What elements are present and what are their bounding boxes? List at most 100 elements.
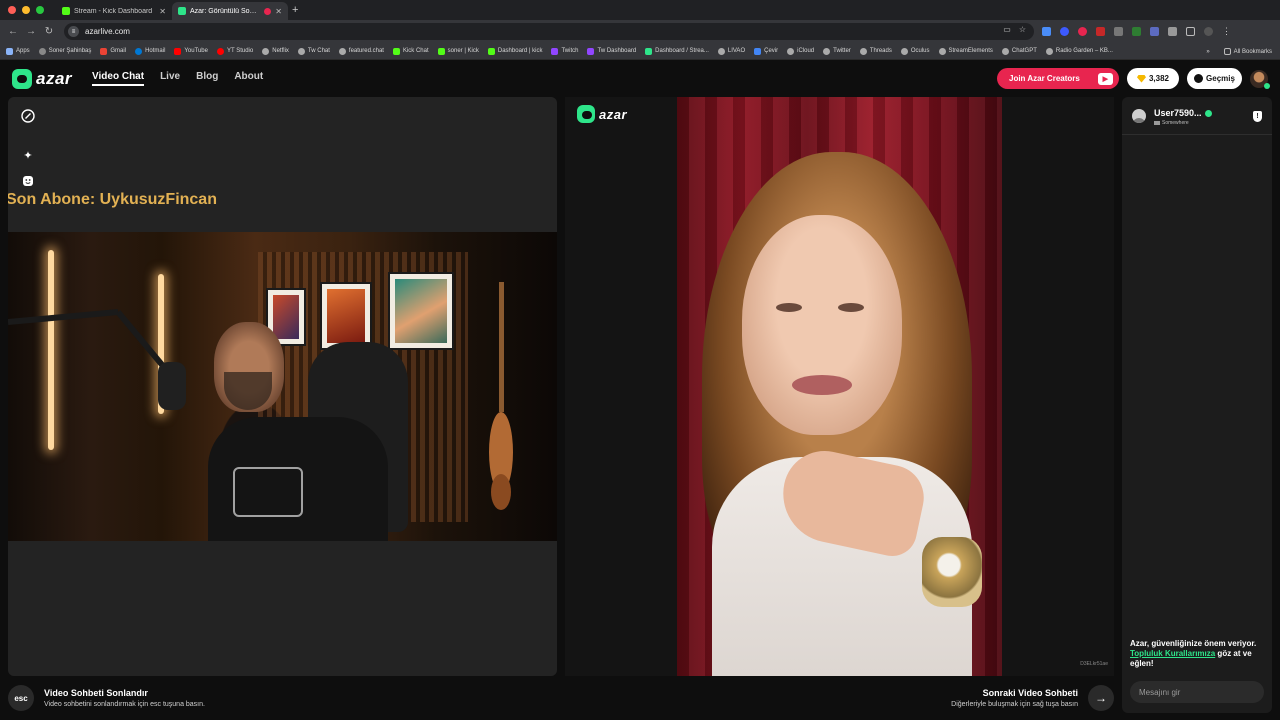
all-bookmarks-button[interactable]: All Bookmarks (1223, 48, 1272, 55)
next-chat-button[interactable]: → (1088, 685, 1114, 711)
reload-icon[interactable]: ↻ (40, 26, 58, 37)
sparkle-effects-icon[interactable]: ✦ (18, 145, 38, 165)
nav-video-chat[interactable]: Video Chat (92, 71, 145, 86)
bookmark-item[interactable]: StreamElements (938, 47, 993, 55)
extension-icon[interactable] (1096, 27, 1105, 36)
user-avatar[interactable] (1250, 69, 1270, 89)
report-shield-icon[interactable]: ! (1253, 111, 1262, 122)
next-chat-hint: Sonraki Video Sohbeti Diğerleriyle buluş… (951, 685, 1114, 711)
globe-icon (900, 47, 908, 55)
bookmark-item[interactable]: Netflix (262, 47, 289, 55)
bookmark-item[interactable]: Oculus (900, 47, 930, 55)
bookmark-item[interactable]: soner | Kick (437, 47, 479, 55)
browser-tab-bar: Stream - Kick Dashboard ✕ Azar: Görüntül… (0, 0, 1280, 20)
bookmark-item[interactable]: Apps (6, 47, 30, 55)
gmail-icon (100, 47, 108, 55)
bookmark-item[interactable]: Radio Garden – KB... (1045, 47, 1113, 55)
globe-icon (1045, 47, 1053, 55)
nav-live[interactable]: Live (160, 71, 180, 86)
azar-logo-icon (12, 68, 32, 89)
nav-blog[interactable]: Blog (196, 71, 218, 86)
join-creators-button[interactable]: Join Azar Creators ▶ (997, 68, 1119, 89)
bookmark-item[interactable]: Gmail (100, 47, 126, 55)
bookmark-star-icon[interactable]: ☆ (1019, 25, 1026, 34)
local-video-panel: ✦ Son Abone: UykusuzFincan (8, 97, 557, 676)
more-bookmarks-button[interactable]: » (1206, 49, 1209, 55)
bookmark-item[interactable]: iCloud (787, 47, 814, 55)
profile-icon[interactable] (1204, 27, 1213, 36)
puzzle-extensions-icon[interactable] (1186, 27, 1195, 36)
bookmark-item[interactable]: Dashboard / Strea... (645, 47, 709, 55)
partner-avatar[interactable] (1132, 109, 1146, 123)
extension-icon[interactable] (1060, 27, 1069, 36)
close-tab-icon[interactable]: ✕ (159, 7, 166, 16)
url-text: azarlive.com (85, 27, 130, 36)
community-guidelines-link[interactable]: Topluluk Kurallarımıza (1130, 649, 1215, 658)
gems-balance[interactable]: 3,382 (1127, 68, 1179, 89)
next-chat-title: Sonraki Video Sohbeti (982, 688, 1078, 698)
extension-icon[interactable] (1168, 27, 1177, 36)
bookmark-item[interactable]: Tw Chat (297, 47, 330, 55)
bookmark-item[interactable]: featured.chat (338, 47, 384, 55)
bookmark-item[interactable]: Hotmail (135, 47, 165, 55)
close-tab-icon[interactable]: ✕ (275, 7, 282, 16)
kebab-menu-icon[interactable]: ⋮ (1222, 26, 1231, 37)
bookmark-item[interactable]: Threads (859, 47, 892, 55)
browser-tab-kick[interactable]: Stream - Kick Dashboard ✕ (56, 2, 172, 20)
forward-icon[interactable]: → (22, 26, 40, 37)
sticker-face-icon[interactable] (18, 171, 38, 191)
edit-icon[interactable] (18, 106, 38, 126)
minimize-window-button[interactable] (22, 6, 30, 14)
new-tab-button[interactable]: + (292, 4, 298, 16)
extensions-bar: ⋮ (1042, 26, 1231, 37)
header-actions: Join Azar Creators ▶ 3,382 Geçmiş (997, 68, 1270, 89)
end-chat-title: Video Sohbeti Sonlandır (44, 688, 148, 698)
end-chat-button[interactable]: esc (8, 685, 34, 711)
browser-tab-azar[interactable]: Azar: Görüntülü Sohbet, ✕ (172, 2, 288, 20)
bookmark-item[interactable]: Kick Chat (392, 47, 429, 55)
address-bar[interactable]: ≡ azarlive.com ▭ ☆ (64, 23, 1034, 40)
site-info-icon[interactable]: ≡ (68, 26, 79, 37)
bookmark-item[interactable]: LIVAO (717, 47, 745, 55)
extension-icon[interactable] (1078, 27, 1087, 36)
nav-about[interactable]: About (234, 71, 263, 86)
globe-icon (38, 47, 46, 55)
bookmark-item[interactable]: Tw Dashboard (587, 47, 636, 55)
bookmark-item[interactable]: Çevir (754, 47, 778, 55)
bookmark-item[interactable]: ChatGPT (1001, 47, 1037, 55)
main-nav: Video Chat Live Blog About (92, 71, 263, 86)
cast-icon[interactable]: ▭ (1003, 25, 1011, 34)
azar-logo[interactable]: azar (12, 68, 72, 89)
bookmark-item[interactable]: Twitch (551, 47, 578, 55)
partner-location: Somewhere (1154, 120, 1189, 126)
twitch-icon (551, 47, 559, 55)
bookmark-item[interactable]: YT Studio (216, 47, 253, 55)
azar-icon (645, 47, 653, 55)
bookmark-item[interactable]: Soner Şahinbaş (38, 47, 91, 55)
extension-icon[interactable] (1114, 27, 1123, 36)
globe-icon (823, 47, 831, 55)
close-window-button[interactable] (8, 6, 16, 14)
globe-icon (938, 47, 946, 55)
history-button[interactable]: Geçmiş (1187, 68, 1242, 89)
extension-icon[interactable] (1150, 27, 1159, 36)
partner-username[interactable]: User7590... (1154, 108, 1212, 118)
remote-video-panel: azar D3ELkr51ae (565, 97, 1114, 676)
extension-icon[interactable] (1042, 27, 1051, 36)
kick-favicon-icon (62, 7, 70, 15)
bookmark-item[interactable]: Dashboard | kick (487, 47, 542, 55)
bookmarks-overflow: » All Bookmarks (1200, 43, 1272, 59)
verified-shield-icon (1204, 109, 1212, 117)
maximize-window-button[interactable] (36, 6, 44, 14)
bookmark-item[interactable]: YouTube (174, 47, 208, 55)
bookmark-item[interactable]: Twitter (823, 47, 851, 55)
translate-icon (754, 47, 762, 55)
globe-icon (859, 47, 867, 55)
partner-face (742, 215, 902, 435)
back-icon[interactable]: ← (4, 26, 22, 37)
gem-icon (1136, 74, 1146, 83)
message-input[interactable] (1130, 681, 1264, 703)
folder-icon (1223, 48, 1231, 55)
extension-icon[interactable] (1132, 27, 1141, 36)
recording-icon (264, 7, 272, 15)
